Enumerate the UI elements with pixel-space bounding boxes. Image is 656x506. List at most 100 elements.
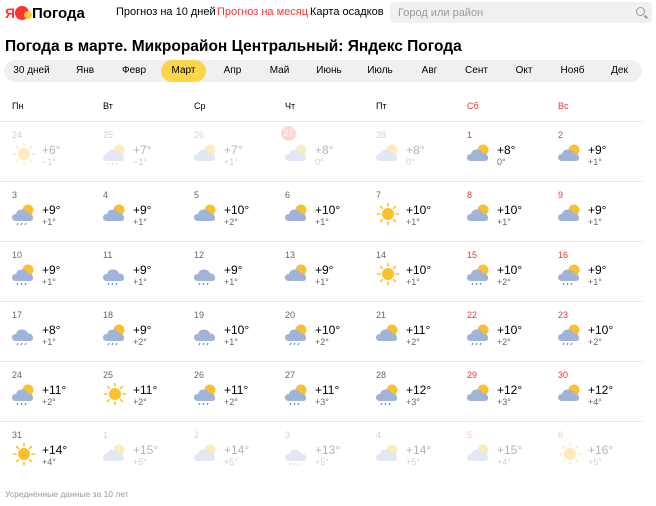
month-tab-3[interactable]: Март (161, 60, 206, 82)
day-temperature: +10° (497, 323, 523, 337)
day-cell[interactable]: 20 +10° +2° (273, 302, 363, 362)
day-cell[interactable]: 6 +10° +1° (273, 182, 363, 242)
day-cell[interactable]: 22 +10° +2° (455, 302, 545, 362)
nav-forecast-month[interactable]: Прогноз на месяц (217, 6, 308, 18)
day-temperature: +9° (588, 263, 607, 277)
cloud-sun-rain-icon (284, 322, 310, 346)
month-tab-8[interactable]: Авг (407, 60, 452, 82)
cloud-sun-icon (102, 442, 128, 466)
day-cell[interactable]: 5 +15° +4° (455, 422, 545, 482)
search-input[interactable] (390, 2, 620, 23)
day-temperature: +16° (588, 443, 614, 457)
day-cell[interactable]: 13 +9° +1° (273, 242, 363, 302)
month-tab-6[interactable]: Июнь (304, 60, 354, 82)
day-cell[interactable]: 30 +12° +4° (546, 362, 636, 422)
day-cell[interactable]: 3 +13° +5° (273, 422, 363, 482)
day-cell[interactable]: 2 +14° +5° (182, 422, 272, 482)
cloud-sun-rain-icon (557, 262, 583, 286)
night-temperature: +5° (588, 457, 602, 467)
nav-forecast-10-days[interactable]: Прогноз на 10 дней (116, 6, 216, 18)
night-temperature: +2° (588, 337, 602, 347)
day-temperature: +7° (224, 143, 243, 157)
search-icon[interactable] (636, 7, 645, 16)
day-number: 28 (376, 370, 387, 380)
day-cell[interactable]: 31 +14° +4° (0, 422, 90, 482)
logo[interactable]: Я Погода (5, 3, 85, 23)
day-temperature: +10° (224, 323, 250, 337)
month-tab-0[interactable]: 30 дней (4, 60, 59, 82)
cloud-sun-icon (466, 142, 492, 166)
day-number: 24 (12, 370, 23, 380)
day-temperature: +10° (406, 263, 432, 277)
day-cell[interactable]: 11 +9° +1° (91, 242, 181, 302)
day-cell[interactable]: 1 +15° +5° (91, 422, 181, 482)
day-cell[interactable]: 7 +10° +1° (364, 182, 454, 242)
day-number: 7 (376, 190, 382, 200)
day-temperature: +8° (497, 143, 516, 157)
day-cell[interactable]: 26 +11° +2° (182, 362, 272, 422)
day-cell[interactable]: 2 +9° +1° (546, 122, 636, 182)
day-cell[interactable]: 21 +11° +2° (364, 302, 454, 362)
day-cell[interactable]: 19 +10° +1° (182, 302, 272, 362)
night-temperature: +1° (42, 337, 56, 347)
day-temperature: +12° (588, 383, 614, 397)
night-temperature: +4° (42, 457, 56, 467)
day-cell[interactable]: 27 +11° +3° (273, 362, 363, 422)
night-temperature: +1° (224, 157, 238, 167)
day-cell[interactable]: 5 +10° +2° (182, 182, 272, 242)
day-cell[interactable]: 16 +9° +1° (546, 242, 636, 302)
day-number: 28 (376, 130, 387, 140)
day-number: 6 (558, 430, 564, 440)
day-cell[interactable]: 29 +12° +3° (455, 362, 545, 422)
day-cell[interactable]: 24 +11° +2° (0, 362, 90, 422)
day-cell[interactable]: 28 +8° 0° (364, 122, 454, 182)
cloud-sun-icon (557, 202, 583, 226)
night-temperature: +1° (406, 217, 420, 227)
month-tab-9[interactable]: Сент (454, 60, 499, 82)
month-tab-1[interactable]: Янв (64, 60, 106, 82)
month-tab-12[interactable]: Дек (597, 60, 642, 82)
weekday-4: Пт (376, 101, 387, 111)
day-cell[interactable]: 18 +9° +2° (91, 302, 181, 362)
month-tab-11[interactable]: Нояб (550, 60, 595, 82)
day-temperature: +15° (133, 443, 159, 457)
month-tab-10[interactable]: Окт (500, 60, 548, 82)
night-temperature: +1° (497, 217, 511, 227)
day-cell[interactable]: 12 +9° +1° (182, 242, 272, 302)
weekday-6: Вс (558, 101, 569, 111)
month-tab-7[interactable]: Июль (356, 60, 404, 82)
day-cell[interactable]: 26 +7° +1° (182, 122, 272, 182)
night-temperature: 0° (497, 157, 506, 167)
day-cell[interactable]: 6 +16° +5° (546, 422, 636, 482)
day-cell[interactable]: 15 +10° +2° (455, 242, 545, 302)
day-cell[interactable]: 24 +6° −1° (0, 122, 90, 182)
nav-precipitation-map[interactable]: Карта осадков (310, 6, 384, 18)
day-cell[interactable]: 25 +7° −1° (91, 122, 181, 182)
day-cell[interactable]: 28 +12° +3° (364, 362, 454, 422)
day-cell[interactable]: 4 +14° +5° (364, 422, 454, 482)
cloud-sun-icon (466, 382, 492, 406)
day-temperature: +11° (315, 383, 340, 397)
day-cell[interactable]: 14 +10° +1° (364, 242, 454, 302)
day-cell[interactable]: 25 +11° +2° (91, 362, 181, 422)
day-cell[interactable]: 17 +8° +1° (0, 302, 90, 362)
day-cell[interactable]: 3 +9° +1° (0, 182, 90, 242)
day-cell[interactable]: 1 +8° 0° (455, 122, 545, 182)
month-tab-5[interactable]: Май (257, 60, 302, 82)
day-cell[interactable]: 23 +10° +2° (546, 302, 636, 362)
cloud-rain-icon (193, 322, 219, 346)
day-number: 24 (12, 130, 23, 140)
cloud-sun-rain-icon (11, 262, 37, 286)
day-cell[interactable]: 4 +9° +1° (91, 182, 181, 242)
day-number: 14 (376, 250, 387, 260)
day-cell[interactable]: 27 +8° 0° (273, 122, 363, 182)
day-temperature: +10° (588, 323, 614, 337)
month-tab-4[interactable]: Апр (210, 60, 255, 82)
day-cell[interactable]: 10 +9° +1° (0, 242, 90, 302)
day-cell[interactable]: 9 +9° +1° (546, 182, 636, 242)
cloud-sun-rain-icon (557, 322, 583, 346)
night-temperature: +1° (42, 277, 56, 287)
month-tab-2[interactable]: Февр (109, 60, 159, 82)
day-number: 6 (285, 190, 291, 200)
day-cell[interactable]: 8 +10° +1° (455, 182, 545, 242)
